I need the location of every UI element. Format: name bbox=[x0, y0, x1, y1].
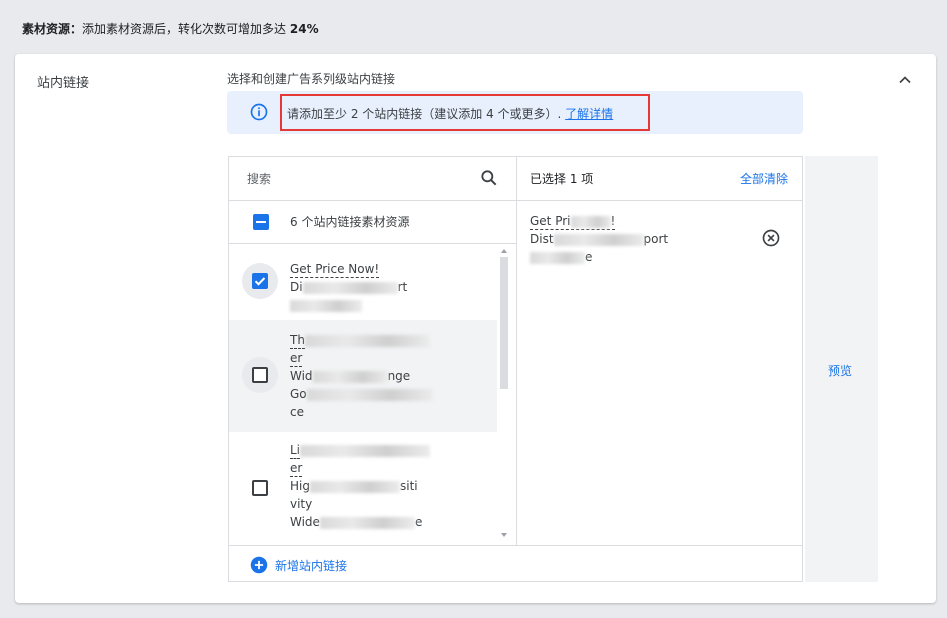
assets-banner: 素材资源：添加素材资源后，转化次数可增加多达 24% bbox=[0, 0, 947, 50]
item-desc-1b: rt bbox=[397, 280, 408, 294]
scroll-down-arrow[interactable] bbox=[501, 533, 507, 537]
select-all-label: 6 个站内链接素材资源 bbox=[290, 215, 410, 229]
item-desc-3: Wide bbox=[290, 515, 320, 529]
list-scrollbar[interactable] bbox=[500, 249, 508, 539]
item-title: Get Price Now! bbox=[290, 262, 380, 278]
section-subtitle: 选择和创建广告系列级站内链接 bbox=[227, 72, 396, 86]
assets-label: 素材资源 bbox=[22, 22, 71, 36]
search-icon[interactable] bbox=[479, 168, 499, 188]
chevron-up-icon[interactable] bbox=[895, 70, 915, 90]
assets-label-separator: ： bbox=[70, 22, 83, 36]
list-item[interactable]: Get Price Now! Di rt bbox=[229, 244, 497, 320]
redacted-block bbox=[302, 281, 398, 294]
item-checkbox[interactable] bbox=[252, 367, 268, 383]
item-desc-3b: e bbox=[414, 515, 423, 529]
item-desc-2: vity bbox=[290, 497, 313, 511]
selected-item-desc-2b: e bbox=[585, 250, 593, 264]
selected-item-title: Get Pri! bbox=[530, 214, 616, 230]
redacted-block bbox=[319, 516, 415, 529]
select-all-checkbox[interactable] bbox=[253, 214, 269, 230]
item-title: Th bbox=[290, 333, 305, 349]
item-desc-3: ce bbox=[290, 405, 304, 419]
add-sitelink-button[interactable]: 新增站内链接 bbox=[275, 557, 347, 574]
search-input[interactable] bbox=[245, 169, 469, 189]
remove-circle-icon[interactable] bbox=[761, 228, 781, 248]
preview-panel: 预览 bbox=[805, 156, 878, 582]
assets-description: 添加素材资源后，转化次数可增加多达 bbox=[82, 22, 287, 36]
item-desc-1: Wid bbox=[290, 369, 313, 383]
list-item[interactable]: Li er Hig siti vity Wide e bbox=[229, 432, 497, 545]
add-circle-icon[interactable] bbox=[250, 556, 268, 574]
item-desc-1b: nge bbox=[387, 369, 411, 383]
redacted-block bbox=[312, 370, 388, 383]
redacted-block bbox=[570, 215, 611, 228]
selected-item-title-end: ! bbox=[610, 214, 616, 228]
selected-count: 已选择 1 项 bbox=[530, 172, 594, 186]
assets-banner-text: 素材资源：添加素材资源后，转化次数可增加多达 24% bbox=[22, 20, 319, 37]
scroll-up-arrow[interactable] bbox=[501, 249, 507, 253]
redacted-block bbox=[530, 251, 585, 264]
search-bar bbox=[229, 157, 516, 201]
available-column: 6 个站内链接素材资源 Get Price Now! Di rt bbox=[229, 157, 517, 545]
sitelink-list: Get Price Now! Di rt Th er Wid nge Go ce bbox=[229, 244, 516, 545]
selected-item: Get Pri! Dist port e bbox=[530, 212, 668, 266]
redacted-block bbox=[290, 299, 362, 312]
preview-button[interactable]: 预览 bbox=[828, 362, 852, 379]
item-desc-1: Hig bbox=[290, 479, 310, 493]
redacted-block bbox=[300, 444, 431, 457]
sitelinks-card: 站内链接 选择和创建广告系列级站内链接 请添加至少 2 个站内链接（建议添加 4… bbox=[15, 54, 936, 603]
check-icon bbox=[254, 277, 266, 286]
redacted-block bbox=[553, 233, 644, 246]
select-all-row[interactable]: 6 个站内链接素材资源 bbox=[229, 200, 516, 244]
selected-header: 已选择 1 项 全部清除 bbox=[516, 157, 803, 201]
item-desc-1b: siti bbox=[399, 479, 418, 493]
item-checkbox[interactable] bbox=[252, 480, 268, 496]
redacted-block bbox=[304, 334, 430, 347]
item-checkbox-checked[interactable] bbox=[252, 273, 268, 289]
checkbox-wrap bbox=[242, 357, 278, 393]
picker-footer: 新增站内链接 bbox=[229, 545, 802, 583]
item-title: Li bbox=[290, 443, 301, 459]
checkbox-wrap bbox=[242, 470, 278, 506]
item-title-cont: er bbox=[290, 351, 303, 367]
selected-item-title-text: Get Pri bbox=[530, 214, 571, 228]
item-desc-1: Di bbox=[290, 280, 303, 294]
clear-all-button[interactable]: 全部清除 bbox=[740, 170, 788, 187]
info-icon bbox=[250, 103, 268, 121]
selected-item-desc-1b: port bbox=[643, 232, 669, 246]
scrollbar-thumb[interactable] bbox=[500, 257, 508, 389]
item-text: Li er Hig siti vity Wide e bbox=[290, 441, 431, 531]
item-text: Th er Wid nge Go ce bbox=[290, 331, 433, 421]
assets-percent: 24% bbox=[289, 22, 319, 36]
checkbox-wrap bbox=[242, 263, 278, 299]
section-label: 站内链接 bbox=[37, 76, 90, 91]
item-desc-2: Go bbox=[290, 387, 307, 401]
item-text: Get Price Now! Di rt bbox=[290, 260, 407, 314]
selected-item-desc-1: Dist bbox=[530, 232, 554, 246]
sitelink-picker: 6 个站内链接素材资源 Get Price Now! Di rt bbox=[228, 156, 803, 582]
list-item[interactable]: Th er Wid nge Go ce bbox=[229, 320, 497, 432]
item-title-cont: er bbox=[290, 461, 303, 477]
highlight-annotation bbox=[280, 94, 650, 131]
selected-column: 已选择 1 项 全部清除 Get Pri! Dist port e bbox=[516, 157, 803, 545]
redacted-block bbox=[309, 480, 400, 493]
redacted-block bbox=[306, 388, 433, 401]
